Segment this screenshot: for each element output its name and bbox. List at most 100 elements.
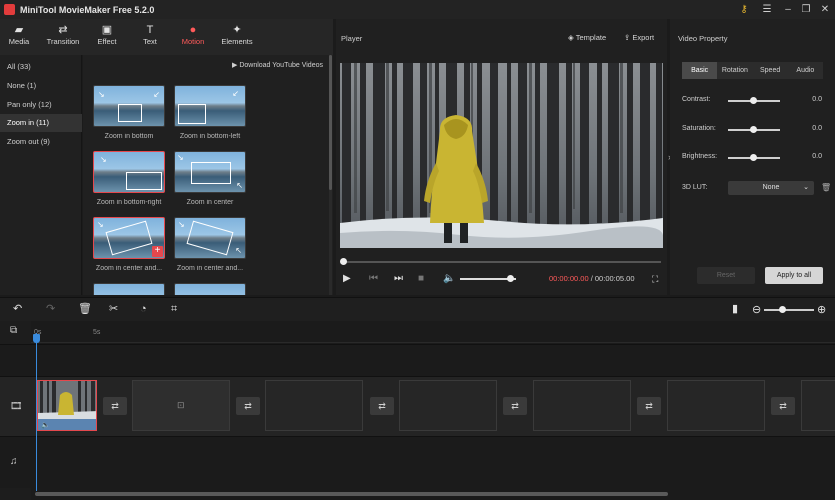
trash-icon[interactable]: 🗑: [821, 183, 831, 192]
motion-thumb-zoom-in-bottom[interactable]: ↘ ↙: [93, 85, 165, 127]
tab-transition[interactable]: ⇄ Transition: [40, 23, 86, 46]
delete-icon[interactable]: 🗑: [78, 303, 92, 315]
brightness-handle[interactable]: [750, 154, 757, 161]
tab-media[interactable]: ▰ Media: [0, 23, 42, 46]
category-zoom-out[interactable]: Zoom out (9): [0, 133, 82, 151]
transition-slot[interactable]: ⇄: [771, 397, 795, 415]
seek-bar[interactable]: [342, 261, 661, 263]
motion-thumb-partial[interactable]: [174, 283, 246, 295]
empty-clip-slot[interactable]: ⊡: [132, 380, 230, 431]
download-youtube-link[interactable]: ▶ Download YouTube Videos: [232, 61, 323, 69]
speed-icon[interactable]: ◔: [140, 303, 147, 315]
motion-thumb-zoom-in-center-rotate-1[interactable]: ↘ +: [93, 217, 165, 259]
transition-slot[interactable]: ⇄: [103, 397, 127, 415]
tab-motion[interactable]: ● Motion: [170, 23, 216, 46]
menu-icon[interactable]: ☰: [760, 2, 774, 16]
add-motion-button[interactable]: +: [152, 246, 163, 257]
clip-volume-icon[interactable]: 🔈: [41, 421, 50, 429]
motion-thumb-zoom-in-bottom-right[interactable]: ↘: [93, 151, 165, 193]
video-preview[interactable]: [340, 63, 663, 248]
zoom-in-icon[interactable]: ⊕: [817, 303, 826, 316]
lut-label: 3D LUT:: [682, 184, 708, 191]
motion-thumb-partial[interactable]: [93, 283, 165, 295]
tab-speed[interactable]: Speed: [753, 62, 788, 79]
motion-thumb-label: Zoom in center: [186, 199, 234, 206]
empty-clip-slot[interactable]: [265, 380, 363, 431]
zoom-out-icon[interactable]: ⊖: [752, 303, 761, 316]
video-clip[interactable]: 🔈: [37, 380, 97, 431]
category-all[interactable]: All (33): [0, 58, 82, 76]
transition-slot[interactable]: ⇄: [236, 397, 260, 415]
undo-icon[interactable]: ↶: [13, 303, 22, 315]
empty-clip-slot[interactable]: [399, 380, 497, 431]
maximize-icon[interactable]: ❐: [799, 2, 813, 16]
timeline-scrollbar[interactable]: [35, 492, 668, 496]
previous-frame-icon[interactable]: ⏮: [369, 273, 378, 285]
app-window: MiniTool MovieMaker Free 5.2.0 ⚷ ☰ – ❐ ✕…: [0, 0, 835, 500]
next-frame-icon[interactable]: ⏭: [394, 273, 403, 285]
motion-thumb-zoom-in-center-rotate-2[interactable]: ↘ ↖: [174, 217, 246, 259]
redo-icon[interactable]: ↷: [46, 303, 55, 315]
tab-elements-label: Elements: [221, 37, 253, 46]
crop-icon[interactable]: ⌗: [171, 303, 177, 315]
category-none[interactable]: None (1): [0, 77, 82, 95]
tab-basic[interactable]: Basic: [682, 62, 718, 79]
audio-waveform-icon[interactable]: ▮: [732, 303, 738, 315]
motion-thumb-zoom-in-center[interactable]: ↘ ↖: [174, 151, 246, 193]
split-icon[interactable]: ✂: [109, 303, 118, 315]
motion-thumb-label: Zoom in center and...: [95, 265, 163, 272]
category-zoom-in[interactable]: Zoom in (11): [0, 114, 82, 132]
tab-elements[interactable]: ✦ Elements: [214, 23, 260, 46]
transition-slot[interactable]: ⇄: [503, 397, 527, 415]
overlay-track[interactable]: [0, 344, 835, 376]
fullscreen-icon[interactable]: ⛶: [652, 273, 658, 285]
saturation-handle[interactable]: [750, 126, 757, 133]
lut-dropdown[interactable]: None ⌄: [728, 181, 814, 195]
template-button[interactable]: ◈ Template: [568, 33, 606, 42]
timeline-zoom-slider[interactable]: [764, 309, 814, 311]
motion-icon: ●: [189, 24, 197, 36]
timeline-zoom-handle[interactable]: [778, 306, 786, 313]
audio-track[interactable]: ♫: [0, 436, 835, 488]
brightness-row: Brightness: 0.0: [682, 152, 828, 164]
timecode: 00:00:00.00 / 00:00:05.00: [549, 274, 635, 283]
stop-icon[interactable]: ■: [418, 273, 424, 285]
volume-handle[interactable]: [507, 275, 515, 282]
motion-grid-scrollbar[interactable]: [329, 55, 332, 295]
video-property-panel: Video Property Basic Rotation Speed Audi…: [670, 19, 835, 295]
seek-handle[interactable]: [340, 258, 347, 265]
tab-effect[interactable]: ▣ Effect: [84, 23, 130, 46]
playhead-handle[interactable]: [33, 334, 40, 343]
minimize-icon[interactable]: –: [781, 2, 795, 16]
category-pan-only[interactable]: Pan only (12): [0, 96, 82, 114]
saturation-value: 0.0: [812, 125, 822, 132]
tab-audio[interactable]: Audio: [788, 62, 823, 79]
total-time: 00:00:05.00: [594, 274, 635, 283]
tab-rotation[interactable]: Rotation: [717, 62, 752, 79]
template-label: Template: [575, 33, 607, 42]
empty-clip-slot[interactable]: [801, 380, 835, 431]
contrast-handle[interactable]: [750, 97, 757, 104]
tab-text[interactable]: T Text: [127, 23, 173, 46]
timeline-ruler[interactable]: 0s 5s: [31, 321, 835, 343]
transition-slot[interactable]: ⇄: [637, 397, 661, 415]
motion-thumb-zoom-in-bottom-left[interactable]: ↙: [174, 85, 246, 127]
transition-slot[interactable]: ⇄: [370, 397, 394, 415]
play-icon[interactable]: ▶: [343, 273, 351, 285]
export-button[interactable]: ⇪ Export: [624, 33, 654, 42]
app-logo-icon: [4, 4, 15, 15]
add-track-icon[interactable]: ⧉: [10, 325, 17, 336]
volume-icon[interactable]: 🔈: [443, 273, 455, 285]
close-icon[interactable]: ✕: [818, 2, 832, 16]
layers-icon: ◈: [568, 33, 576, 42]
title-bar: MiniTool MovieMaker Free 5.2.0 ⚷ ☰ – ❐ ✕: [0, 0, 835, 19]
main-toolbar: ▰ Media ⇄ Transition ▣ Effect T Text ● M…: [0, 19, 333, 55]
empty-clip-slot[interactable]: [533, 380, 631, 431]
apply-to-all-button[interactable]: Apply to all: [765, 267, 823, 284]
playhead-line[interactable]: [36, 333, 37, 491]
empty-clip-slot[interactable]: [667, 380, 765, 431]
reset-button[interactable]: Reset: [697, 267, 755, 284]
motion-thumb-label: Zoom in bottom-right: [96, 199, 162, 206]
key-icon[interactable]: ⚷: [737, 2, 751, 16]
elements-icon: ✦: [232, 24, 242, 36]
